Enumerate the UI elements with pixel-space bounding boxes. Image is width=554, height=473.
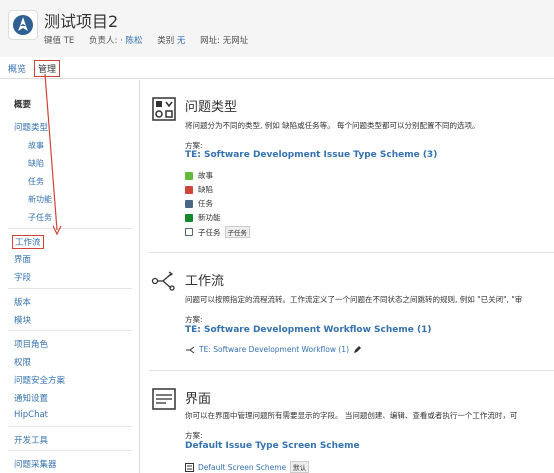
url-value: 无网址 [222,36,249,46]
tab-manage[interactable]: 管理 [34,60,61,77]
issue-type-subtask[interactable]: 子任务 子任务 [185,226,250,238]
default-badge: 默认 [290,461,310,473]
main-content: 问题类型 将问题分为不同的类型, 例如 缺陷或任务等。 每个问题类型都可以分别配… [141,80,554,473]
lead-label: 负责人: [89,36,118,46]
sidebar-hipchat[interactable]: HipChat [14,410,48,420]
screen-link[interactable]: Default Screen Scheme 默认 [185,461,310,473]
project-nav: 概览 管理 [0,57,554,79]
sidebar-divider [8,228,132,229]
project-meta: 键值 TE 负责人: · 陈松 类别 无 网址: 无网址 [44,36,249,46]
section-divider [149,252,554,253]
sidebar-fields[interactable]: 字段 [14,271,31,283]
admin-sidebar: 概要 问题类型 故事 缺陷 任务 新功能 子任务 工作流 界面 字段 版本 模块… [0,80,140,473]
workflow-small-icon [186,346,195,353]
new-feature-icon [185,213,193,222]
subtask-badge: 子任务 [224,226,250,238]
workflows-scheme-label: 方案: [185,315,203,324]
workflows-title: 工作流 [185,274,225,289]
screens-icon [151,386,177,412]
sidebar-roles[interactable]: 项目角色 [14,338,48,350]
key-label: 键值 [44,36,62,46]
sidebar-components[interactable]: 模块 [14,314,31,326]
sidebar-screens[interactable]: 界面 [14,253,31,265]
sidebar-notifications[interactable]: 通知设置 [14,392,48,404]
issue-type-task[interactable]: 任务 [185,198,213,209]
sidebar-divider [8,288,132,289]
sidebar-type-story[interactable]: 故事 [28,140,44,151]
tab-overview[interactable]: 概览 [8,62,26,75]
issue-types-title: 问题类型 [185,100,238,115]
screens-title: 界面 [185,392,212,407]
screens-scheme-label: 方案: [185,431,203,440]
screens-desc: 你可以在界面中管理问题所有需要显示的字段。 当问题创建、编辑、查看或者执行一个工… [185,411,518,420]
lead-link[interactable]: 陈松 [125,36,142,46]
sidebar-type-subtask[interactable]: 子任务 [28,212,52,223]
url-label: 网址: [200,36,221,46]
workflow-icon [151,268,177,294]
issue-type-feature[interactable]: 新功能 [185,212,221,223]
project-avatar[interactable] [8,10,38,40]
sidebar-issue-types[interactable]: 问题类型 [14,121,48,133]
sidebar-collectors[interactable]: 问题采集器 [14,458,57,470]
sidebar-versions[interactable]: 版本 [14,296,31,308]
issue-type-scheme-link[interactable]: TE: Software Development Issue Type Sche… [185,150,437,160]
category-label: 类别 [157,36,175,46]
issue-type-bug[interactable]: 缺陷 [185,184,213,195]
issue-types-icon [151,96,177,122]
sidebar-workflows[interactable]: 工作流 [12,235,44,249]
rocket-icon [13,15,33,35]
screen-small-icon [185,462,194,472]
sidebar-divider [8,426,132,427]
workflows-desc: 问题可以按照指定的流程流转。工作流定义了一个问题在不同状态之间跳转的规则, 例如… [185,295,523,304]
task-icon [185,199,193,208]
project-header: 测试项目2 键值 TE 负责人: · 陈松 类别 无 网址: 无网址 [0,0,554,57]
sidebar-divider [8,330,132,331]
edit-pencil-icon[interactable] [353,345,362,354]
issue-types-desc: 将问题分为不同的类型, 例如 缺陷或任务等。 每个问题类型都可以分别配置不同的选… [185,121,480,130]
sidebar-dev-tools[interactable]: 开发工具 [14,434,48,446]
section-divider [149,370,554,371]
category-link[interactable]: 无 [177,36,186,46]
screen-scheme-link[interactable]: Default Issue Type Screen Scheme [185,441,360,451]
project-title: 测试项目2 [44,12,119,31]
sidebar-permissions[interactable]: 权限 [14,356,31,368]
workflow-link[interactable]: TE: Software Development Workflow (1) [185,345,362,354]
issue-type-story[interactable]: 故事 [185,170,213,181]
sidebar-type-bug[interactable]: 缺陷 [28,158,44,169]
subtask-icon [185,228,193,236]
story-icon [185,171,193,180]
sidebar-divider [8,450,132,451]
key-value: TE [63,36,75,46]
bug-icon [185,185,193,194]
sidebar-type-feature[interactable]: 新功能 [28,194,52,205]
sidebar-security[interactable]: 问题安全方案 [14,374,65,386]
sidebar-type-task[interactable]: 任务 [28,176,44,187]
workflow-scheme-link[interactable]: TE: Software Development Workflow Scheme… [185,325,432,335]
sidebar-summary[interactable]: 概要 [14,98,31,110]
